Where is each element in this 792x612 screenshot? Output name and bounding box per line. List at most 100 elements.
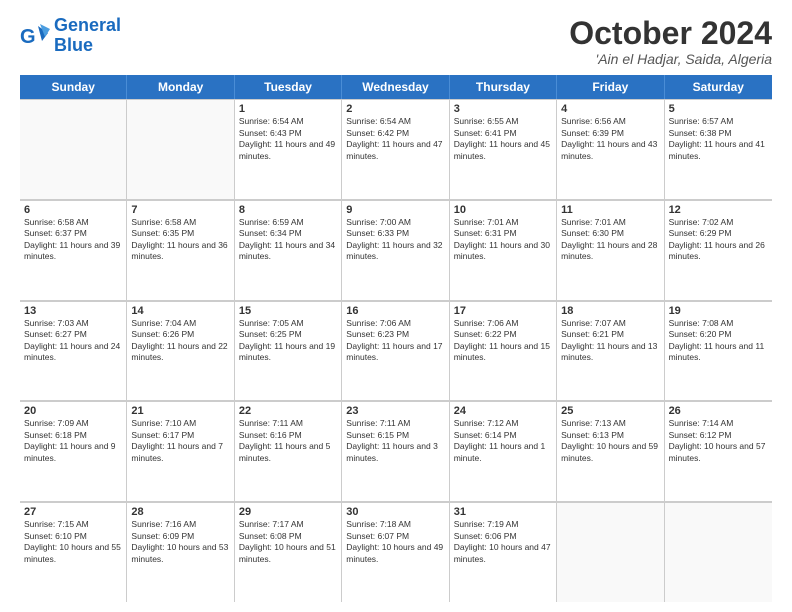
cell-info: Sunrise: 7:08 AMSunset: 6:20 PMDaylight:… [669, 318, 768, 364]
cell-info: Sunrise: 7:11 AMSunset: 6:16 PMDaylight:… [239, 418, 337, 464]
cell-info: Sunrise: 6:54 AMSunset: 6:42 PMDaylight:… [346, 116, 444, 162]
cell-info: Sunrise: 7:06 AMSunset: 6:22 PMDaylight:… [454, 318, 552, 364]
day-number: 20 [24, 405, 122, 417]
day-cell-23: 23Sunrise: 7:11 AMSunset: 6:15 PMDayligh… [342, 401, 449, 501]
cell-info: Sunrise: 7:15 AMSunset: 6:10 PMDaylight:… [24, 519, 122, 565]
day-cell-31: 31Sunrise: 7:19 AMSunset: 6:06 PMDayligh… [450, 502, 557, 602]
cell-info: Sunrise: 6:56 AMSunset: 6:39 PMDaylight:… [561, 116, 659, 162]
day-cell-15: 15Sunrise: 7:05 AMSunset: 6:25 PMDayligh… [235, 301, 342, 401]
calendar: SundayMondayTuesdayWednesdayThursdayFrid… [20, 75, 772, 602]
weekday-header-thursday: Thursday [450, 75, 557, 99]
logo-text: General Blue [54, 16, 121, 56]
logo-icon: G [20, 21, 50, 51]
location: 'Ain el Hadjar, Saida, Algeria [569, 51, 772, 67]
day-cell-7: 7Sunrise: 6:58 AMSunset: 6:35 PMDaylight… [127, 200, 234, 300]
cell-info: Sunrise: 6:59 AMSunset: 6:34 PMDaylight:… [239, 217, 337, 263]
day-number: 10 [454, 204, 552, 216]
day-number: 19 [669, 305, 768, 317]
cell-info: Sunrise: 7:00 AMSunset: 6:33 PMDaylight:… [346, 217, 444, 263]
weekday-header-tuesday: Tuesday [235, 75, 342, 99]
cell-info: Sunrise: 7:12 AMSunset: 6:14 PMDaylight:… [454, 418, 552, 464]
calendar-header: SundayMondayTuesdayWednesdayThursdayFrid… [20, 75, 772, 99]
title-area: October 2024 'Ain el Hadjar, Saida, Alge… [569, 16, 772, 67]
day-number: 17 [454, 305, 552, 317]
day-number: 3 [454, 103, 552, 115]
day-number: 4 [561, 103, 659, 115]
day-number: 25 [561, 405, 659, 417]
day-number: 15 [239, 305, 337, 317]
day-number: 23 [346, 405, 444, 417]
calendar-body: 1Sunrise: 6:54 AMSunset: 6:43 PMDaylight… [20, 99, 772, 602]
day-cell-10: 10Sunrise: 7:01 AMSunset: 6:31 PMDayligh… [450, 200, 557, 300]
day-number: 27 [24, 506, 122, 518]
cell-info: Sunrise: 6:57 AMSunset: 6:38 PMDaylight:… [669, 116, 768, 162]
cell-info: Sunrise: 7:06 AMSunset: 6:23 PMDaylight:… [346, 318, 444, 364]
day-cell-28: 28Sunrise: 7:16 AMSunset: 6:09 PMDayligh… [127, 502, 234, 602]
day-cell-11: 11Sunrise: 7:01 AMSunset: 6:30 PMDayligh… [557, 200, 664, 300]
svg-text:G: G [20, 26, 36, 48]
day-cell-9: 9Sunrise: 7:00 AMSunset: 6:33 PMDaylight… [342, 200, 449, 300]
day-number: 30 [346, 506, 444, 518]
empty-cell-r4c5 [557, 502, 664, 602]
cell-info: Sunrise: 7:18 AMSunset: 6:07 PMDaylight:… [346, 519, 444, 565]
day-number: 6 [24, 204, 122, 216]
day-number: 21 [131, 405, 229, 417]
weekday-header-saturday: Saturday [665, 75, 772, 99]
cell-info: Sunrise: 7:09 AMSunset: 6:18 PMDaylight:… [24, 418, 122, 464]
cell-info: Sunrise: 7:17 AMSunset: 6:08 PMDaylight:… [239, 519, 337, 565]
day-cell-18: 18Sunrise: 7:07 AMSunset: 6:21 PMDayligh… [557, 301, 664, 401]
day-number: 8 [239, 204, 337, 216]
day-number: 18 [561, 305, 659, 317]
day-cell-8: 8Sunrise: 6:59 AMSunset: 6:34 PMDaylight… [235, 200, 342, 300]
day-cell-20: 20Sunrise: 7:09 AMSunset: 6:18 PMDayligh… [20, 401, 127, 501]
day-number: 9 [346, 204, 444, 216]
month-title: October 2024 [569, 16, 772, 51]
calendar-row-5: 27Sunrise: 7:15 AMSunset: 6:10 PMDayligh… [20, 502, 772, 602]
cell-info: Sunrise: 7:03 AMSunset: 6:27 PMDaylight:… [24, 318, 122, 364]
calendar-row-1: 1Sunrise: 6:54 AMSunset: 6:43 PMDaylight… [20, 99, 772, 200]
day-cell-13: 13Sunrise: 7:03 AMSunset: 6:27 PMDayligh… [20, 301, 127, 401]
calendar-row-4: 20Sunrise: 7:09 AMSunset: 6:18 PMDayligh… [20, 401, 772, 502]
weekday-header-monday: Monday [127, 75, 234, 99]
day-cell-16: 16Sunrise: 7:06 AMSunset: 6:23 PMDayligh… [342, 301, 449, 401]
cell-info: Sunrise: 7:01 AMSunset: 6:31 PMDaylight:… [454, 217, 552, 263]
day-cell-4: 4Sunrise: 6:56 AMSunset: 6:39 PMDaylight… [557, 99, 664, 199]
cell-info: Sunrise: 6:58 AMSunset: 6:35 PMDaylight:… [131, 217, 229, 263]
empty-cell-r0c1 [127, 99, 234, 199]
calendar-row-3: 13Sunrise: 7:03 AMSunset: 6:27 PMDayligh… [20, 301, 772, 402]
cell-info: Sunrise: 7:10 AMSunset: 6:17 PMDaylight:… [131, 418, 229, 464]
day-number: 24 [454, 405, 552, 417]
day-cell-6: 6Sunrise: 6:58 AMSunset: 6:37 PMDaylight… [20, 200, 127, 300]
day-number: 5 [669, 103, 768, 115]
day-cell-19: 19Sunrise: 7:08 AMSunset: 6:20 PMDayligh… [665, 301, 772, 401]
cell-info: Sunrise: 6:55 AMSunset: 6:41 PMDaylight:… [454, 116, 552, 162]
cell-info: Sunrise: 7:13 AMSunset: 6:13 PMDaylight:… [561, 418, 659, 464]
calendar-row-2: 6Sunrise: 6:58 AMSunset: 6:37 PMDaylight… [20, 200, 772, 301]
cell-info: Sunrise: 7:02 AMSunset: 6:29 PMDaylight:… [669, 217, 768, 263]
cell-info: Sunrise: 7:14 AMSunset: 6:12 PMDaylight:… [669, 418, 768, 464]
day-number: 14 [131, 305, 229, 317]
logo: G General Blue [20, 16, 121, 56]
day-number: 22 [239, 405, 337, 417]
day-number: 31 [454, 506, 552, 518]
cell-info: Sunrise: 7:19 AMSunset: 6:06 PMDaylight:… [454, 519, 552, 565]
day-cell-3: 3Sunrise: 6:55 AMSunset: 6:41 PMDaylight… [450, 99, 557, 199]
cell-info: Sunrise: 7:11 AMSunset: 6:15 PMDaylight:… [346, 418, 444, 464]
day-number: 16 [346, 305, 444, 317]
day-cell-21: 21Sunrise: 7:10 AMSunset: 6:17 PMDayligh… [127, 401, 234, 501]
cell-info: Sunrise: 7:05 AMSunset: 6:25 PMDaylight:… [239, 318, 337, 364]
cell-info: Sunrise: 7:07 AMSunset: 6:21 PMDaylight:… [561, 318, 659, 364]
day-number: 13 [24, 305, 122, 317]
empty-cell-r4c6 [665, 502, 772, 602]
cell-info: Sunrise: 6:58 AMSunset: 6:37 PMDaylight:… [24, 217, 122, 263]
empty-cell-r0c0 [20, 99, 127, 199]
day-cell-1: 1Sunrise: 6:54 AMSunset: 6:43 PMDaylight… [235, 99, 342, 199]
day-cell-25: 25Sunrise: 7:13 AMSunset: 6:13 PMDayligh… [557, 401, 664, 501]
day-cell-26: 26Sunrise: 7:14 AMSunset: 6:12 PMDayligh… [665, 401, 772, 501]
day-cell-14: 14Sunrise: 7:04 AMSunset: 6:26 PMDayligh… [127, 301, 234, 401]
weekday-header-friday: Friday [557, 75, 664, 99]
day-number: 26 [669, 405, 768, 417]
day-cell-17: 17Sunrise: 7:06 AMSunset: 6:22 PMDayligh… [450, 301, 557, 401]
page-header: G General Blue October 2024 'Ain el Hadj… [20, 16, 772, 67]
day-number: 29 [239, 506, 337, 518]
